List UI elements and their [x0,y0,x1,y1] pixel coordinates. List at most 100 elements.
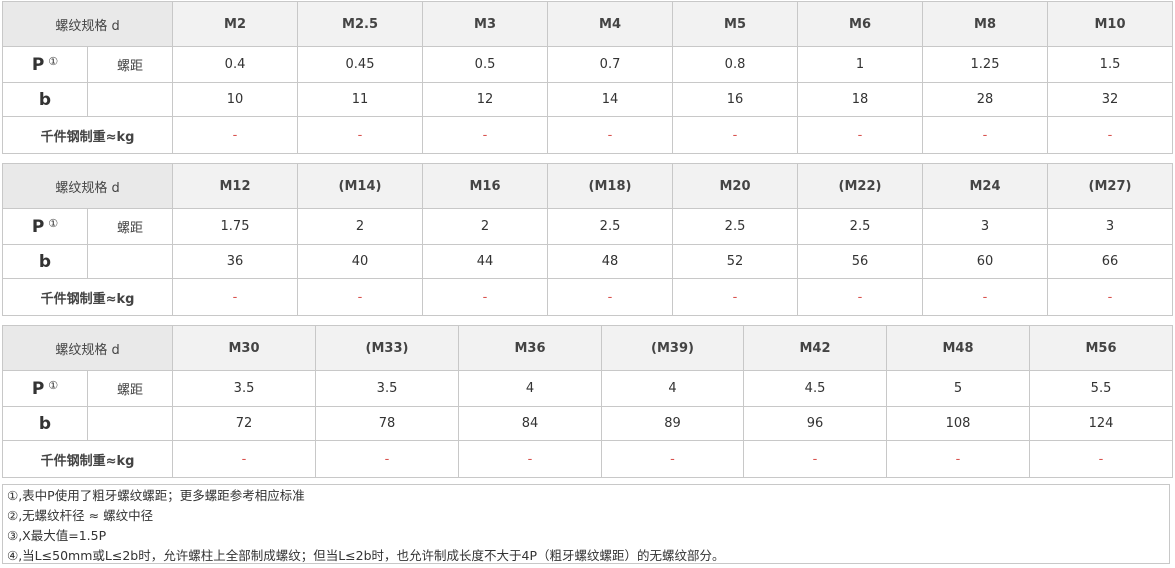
size-cell: (M33) [315,325,460,371]
b-symbol: b [2,244,88,279]
weight-cell: - [797,278,924,316]
weight-cell: - [1047,116,1174,154]
size-cell: M10 [1047,1,1174,47]
weight-cell: - [547,278,674,316]
pitch-cell: 1.25 [922,46,1049,83]
b-cell: 72 [172,406,317,441]
thread-spec-label: 螺纹规格 d [1,1,174,47]
pitch-cell: 1 [797,46,924,83]
b-cell: 108 [886,406,1031,441]
weight-cell: - [743,440,888,478]
b-row: b 10 11 12 14 16 18 28 32 [2,82,1174,117]
b-cell: 28 [922,82,1049,117]
pitch-symbol: P① [2,46,88,83]
b-cell: 40 [297,244,424,279]
pitch-cell: 4 [601,370,745,407]
weight-cell: - [1047,278,1174,316]
b-cell: 52 [672,244,799,279]
pitch-cell: 3 [922,208,1049,245]
weight-cell: - [422,278,549,316]
size-row: 螺纹规格 d M2 M2.5 M3 M4 M5 M6 M8 M10 [1,1,1174,47]
note-line: ④,当L≤50mm或L≤2b时，允许螺柱上全部制成螺纹；但当L≤2b时，也允许制… [7,548,725,563]
b-cell: 84 [458,406,603,441]
weight-cell: - [672,278,799,316]
b-cell: 12 [422,82,549,117]
b-blank [86,406,174,441]
b-symbol: b [2,406,88,441]
pitch-label: 螺距 [86,46,174,83]
weight-row: 千件钢制重≈kg - - - - - - - [1,440,1174,478]
weight-row: 千件钢制重≈kg - - - - - - - - [1,116,1174,154]
pitch-label: 螺距 [86,208,174,245]
b-cell: 11 [297,82,424,117]
pitch-cell: 5 [886,370,1031,407]
weight-cell: - [886,440,1031,478]
pitch-cell: 4 [458,370,603,407]
b-cell: 48 [547,244,674,279]
weight-label: 千件钢制重≈kg [1,440,174,478]
pitch-cell: 2.5 [672,208,799,245]
size-cell: M20 [672,163,799,209]
weight-row: 千件钢制重≈kg - - - - - - - - [1,278,1174,316]
size-cell: M4 [547,1,674,47]
note-marker: ① [48,216,59,230]
weight-cell: - [1029,440,1174,478]
spec-table-1: 螺纹规格 d M2 M2.5 M3 M4 M5 M6 M8 M10 P① 螺距 … [1,1,1174,154]
pitch-cell: 2 [422,208,549,245]
b-row: b 36 40 44 48 52 56 60 66 [2,244,1174,279]
size-cell: M30 [172,325,317,371]
b-cell: 32 [1047,82,1174,117]
size-cell: (M39) [601,325,745,371]
b-cell: 78 [315,406,460,441]
size-row: 螺纹规格 d M12 (M14) M16 (M18) M20 (M22) M24… [1,163,1174,209]
size-cell: (M22) [797,163,924,209]
size-cell: M42 [743,325,888,371]
weight-cell: - [458,440,603,478]
weight-cell: - [601,440,745,478]
b-cell: 36 [172,244,299,279]
pitch-cell: 0.45 [297,46,424,83]
b-cell: 66 [1047,244,1174,279]
note-line: ②,无螺纹杆径 ≈ 螺纹中径 [7,508,154,523]
b-cell: 124 [1029,406,1174,441]
size-cell: M36 [458,325,603,371]
weight-cell: - [422,116,549,154]
pitch-cell: 2 [297,208,424,245]
pitch-cell: 4.5 [743,370,888,407]
weight-cell: - [672,116,799,154]
pitch-cell: 0.7 [547,46,674,83]
size-row: 螺纹规格 d M30 (M33) M36 (M39) M42 M48 M56 [1,325,1174,371]
pitch-cell: 3 [1047,208,1174,245]
weight-cell: - [922,116,1049,154]
b-cell: 44 [422,244,549,279]
weight-cell: - [547,116,674,154]
b-cell: 14 [547,82,674,117]
pitch-symbol: P① [2,370,88,407]
pitch-row: P① 螺距 3.5 3.5 4 4 4.5 5 5.5 [2,370,1174,407]
size-cell: (M27) [1047,163,1174,209]
weight-cell: - [172,116,299,154]
weight-cell: - [172,278,299,316]
note-marker: ① [48,54,59,68]
pitch-row: P① 螺距 0.4 0.45 0.5 0.7 0.8 1 1.25 1.5 [2,46,1174,83]
pitch-cell: 0.8 [672,46,799,83]
pitch-cell: 3.5 [315,370,460,407]
b-row: b 72 78 84 89 96 108 124 [2,406,1174,441]
pitch-cell: 5.5 [1029,370,1174,407]
pitch-cell: 1.5 [1047,46,1174,83]
b-cell: 60 [922,244,1049,279]
pitch-symbol: P① [2,208,88,245]
size-cell: (M14) [297,163,424,209]
size-cell: M56 [1029,325,1174,371]
pitch-row: P① 螺距 1.75 2 2 2.5 2.5 2.5 3 3 [2,208,1174,245]
spec-table-2: 螺纹规格 d M12 (M14) M16 (M18) M20 (M22) M24… [1,163,1174,316]
size-cell: M6 [797,1,924,47]
size-cell: (M18) [547,163,674,209]
pitch-cell: 3.5 [172,370,317,407]
pitch-cell: 2.5 [547,208,674,245]
weight-cell: - [797,116,924,154]
pitch-cell: 2.5 [797,208,924,245]
b-blank [86,244,174,279]
weight-cell: - [315,440,460,478]
b-blank [86,82,174,117]
